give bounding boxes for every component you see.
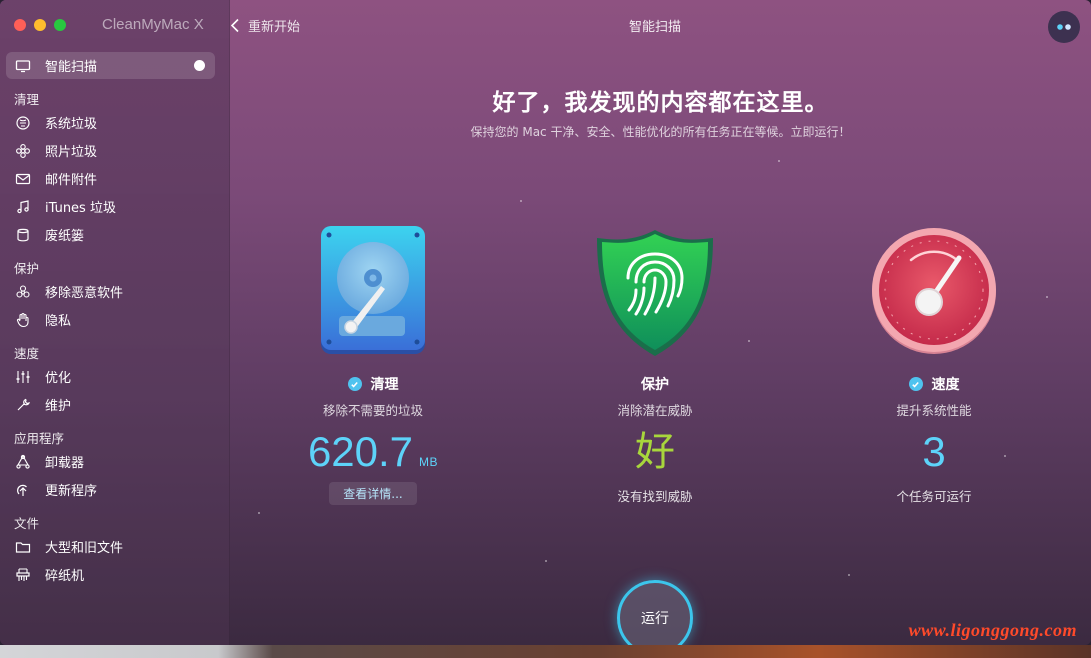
back-button[interactable]: 重新开始	[230, 16, 300, 35]
protection-footer: 没有找到威胁	[617, 489, 693, 504]
zoom-window-button[interactable]	[54, 19, 66, 31]
sidebar-item-label: 移除恶意软件	[45, 286, 124, 301]
sidebar-item-smart-scan[interactable]: 智能扫描	[6, 52, 215, 79]
sidebar-item-itunes-junk[interactable]: iTunes 垃圾	[6, 193, 215, 220]
check-icon	[908, 377, 923, 391]
sidebar-item-label: 大型和旧文件	[45, 541, 124, 556]
sidebar-item-label: 碎纸机	[45, 569, 85, 584]
desktop-background-strip	[0, 645, 1091, 658]
folder-icon	[12, 536, 34, 558]
chevron-left-icon	[230, 18, 239, 33]
sidebar-item-label: 更新程序	[45, 484, 98, 499]
minimize-window-button[interactable]	[34, 19, 46, 31]
sidebar-item-large-old-files[interactable]: 大型和旧文件	[6, 533, 215, 560]
run-button[interactable]: 运行	[617, 580, 693, 645]
sidebar-item-label: iTunes 垃圾	[45, 201, 116, 216]
speed-task-count: 3	[922, 428, 946, 475]
speed-title: 速度	[931, 377, 960, 393]
mail-icon	[12, 168, 34, 190]
back-button-label: 重新开始	[248, 20, 301, 35]
speed-card: 速度 提升系统性能 3 个任务可运行	[814, 226, 1054, 505]
monitor-icon	[12, 55, 34, 77]
sidebar-item-optimization[interactable]: 优化	[6, 363, 215, 390]
flower-icon	[12, 140, 34, 162]
sidebar-item-label: 系统垃圾	[45, 117, 98, 132]
section-title-applications: 应用程序	[14, 431, 65, 446]
check-icon	[347, 377, 362, 391]
assistant-dots-icon	[1057, 24, 1071, 30]
wrench-icon	[12, 394, 34, 416]
app-window: CleanMyMac X 智能扫描 清理 系统垃圾 照片垃圾 邮件附件 iTun…	[0, 0, 1091, 645]
app-title: CleanMyMac X	[102, 16, 204, 33]
speed-subtitle: 提升系统性能	[896, 403, 972, 418]
sidebar-item-mail-attachments[interactable]: 邮件附件	[6, 165, 215, 192]
sidebar-item-trash[interactable]: 废纸篓	[6, 221, 215, 248]
close-window-button[interactable]	[14, 19, 26, 31]
results-subline: 保持您的 Mac 干净、安全、性能优化的所有任务正在等候。立即运行！	[470, 125, 851, 139]
sidebar-item-label: 邮件附件	[45, 173, 98, 188]
sidebar-item-label: 优化	[45, 371, 72, 386]
biohazard-icon	[12, 281, 34, 303]
section-title-files: 文件	[14, 516, 40, 531]
trash-icon	[12, 224, 34, 246]
sidebar-item-label: 卸载器	[45, 456, 85, 471]
sidebar-item-label: 隐私	[45, 314, 72, 329]
fingerprint-shield-icon	[535, 226, 775, 360]
updater-icon	[12, 479, 34, 501]
star-decoration	[848, 574, 850, 576]
speedometer-icon	[814, 226, 1054, 360]
sidebar-item-label: 废纸篓	[45, 229, 85, 244]
hard-drive-icon	[253, 226, 493, 360]
sidebar-item-label: 照片垃圾	[45, 145, 98, 160]
system-junk-icon	[12, 112, 34, 134]
watermark: www.ligonggong.com	[908, 620, 1077, 640]
active-indicator	[194, 60, 205, 71]
results-headline: 好了，我发现的内容都在这里。	[492, 90, 829, 116]
sidebar: CleanMyMac X 智能扫描 清理 系统垃圾 照片垃圾 邮件附件 iTun…	[0, 0, 230, 645]
sidebar-item-shredder[interactable]: 碎纸机	[6, 561, 215, 588]
star-decoration	[545, 560, 547, 562]
cleanup-subtitle: 移除不需要的垃圾	[322, 403, 423, 418]
page-title: 智能扫描	[628, 20, 681, 35]
section-title-cleanup: 清理	[14, 92, 40, 107]
protection-card: 保护 消除潜在威胁 好 没有找到威胁	[535, 226, 775, 505]
section-title-speed: 速度	[14, 346, 40, 361]
speed-footer: 个任务可运行	[896, 489, 972, 504]
sidebar-item-maintenance[interactable]: 维护	[6, 391, 215, 418]
protection-status-value: 好	[635, 429, 675, 475]
cleanup-size-value: 620.7 MB	[253, 428, 493, 476]
star-decoration	[520, 200, 522, 202]
music-note-icon	[12, 196, 34, 218]
cleanup-size-unit: MB	[419, 455, 439, 469]
sidebar-item-updater[interactable]: 更新程序	[6, 476, 215, 503]
sidebar-item-system-junk[interactable]: 系统垃圾	[6, 109, 215, 136]
hand-icon	[12, 309, 34, 331]
section-title-protection: 保护	[14, 261, 40, 276]
protection-subtitle: 消除潜在威胁	[617, 403, 693, 418]
cleanup-title: 清理	[370, 377, 399, 393]
star-decoration	[258, 512, 260, 514]
uninstaller-icon	[12, 451, 34, 473]
view-details-button[interactable]: 查看详情...	[329, 482, 417, 505]
sliders-icon	[12, 366, 34, 388]
cleanup-card: 清理 移除不需要的垃圾 620.7 MB 查看详情...	[253, 226, 493, 505]
cleanup-size-number: 620.7	[307, 428, 414, 475]
sidebar-item-label: 维护	[45, 399, 72, 414]
sidebar-item-label: 智能扫描	[45, 60, 98, 75]
shredder-icon	[12, 564, 34, 586]
sidebar-item-photo-junk[interactable]: 照片垃圾	[6, 137, 215, 164]
sidebar-item-privacy[interactable]: 隐私	[6, 306, 215, 333]
sidebar-item-malware-removal[interactable]: 移除恶意软件	[6, 278, 215, 305]
star-decoration	[778, 160, 780, 162]
assistant-button[interactable]	[1048, 11, 1080, 43]
protection-title: 保护	[641, 377, 669, 393]
sidebar-item-uninstaller[interactable]: 卸载器	[6, 448, 215, 475]
